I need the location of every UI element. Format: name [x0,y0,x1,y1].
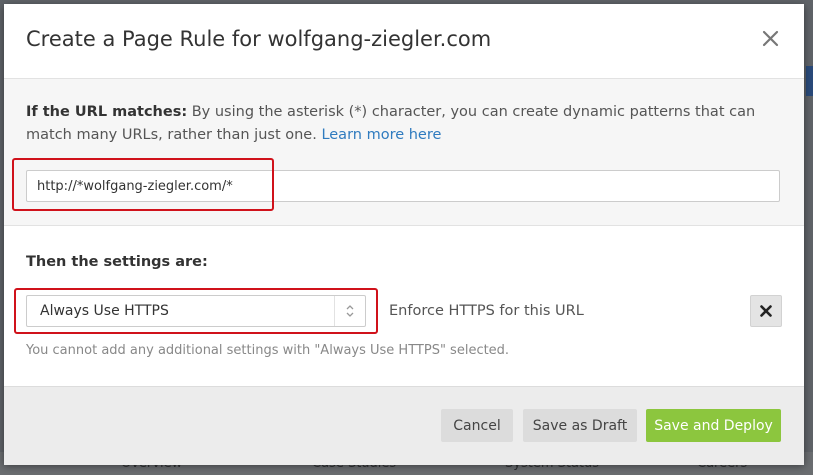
learn-more-link[interactable]: Learn more here [321,127,441,143]
url-match-label: If the URL matches: [26,104,188,120]
save-deploy-button[interactable]: Save and Deploy [646,409,781,442]
remove-setting-button[interactable] [750,295,782,327]
setting-note: You cannot add any additional settings w… [26,343,510,358]
modal-title: Create a Page Rule for wolfgang-ziegler.… [26,27,492,51]
background-page-edge [806,66,813,96]
setting-description: Enforce HTTPS for this URL [389,303,584,319]
cancel-button[interactable]: Cancel [441,409,513,442]
page-rule-modal: Create a Page Rule for wolfgang-ziegler.… [4,4,804,465]
url-highlight-box [12,158,274,211]
close-icon [762,30,779,47]
settings-section: Then the settings are: Always Use HTTPS … [4,226,804,386]
url-match-description: If the URL matches: By using the asteris… [26,101,776,147]
save-draft-button[interactable]: Save as Draft [523,409,637,442]
close-button[interactable] [756,24,784,52]
modal-header: Create a Page Rule for wolfgang-ziegler.… [4,4,804,79]
remove-x-icon [760,305,772,317]
settings-heading: Then the settings are: [26,254,208,270]
setting-highlight-box [14,288,378,334]
modal-footer: Cancel Save as Draft Save and Deploy [4,386,804,465]
